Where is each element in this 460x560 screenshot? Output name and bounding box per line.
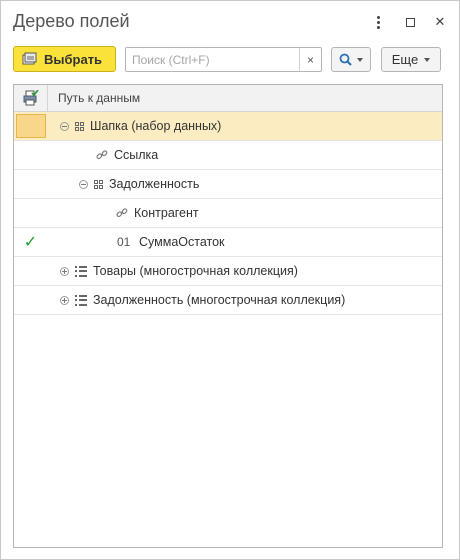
clear-search-button[interactable]: ×	[299, 48, 321, 71]
tree-row[interactable]: Товары (многострочная коллекция)	[14, 257, 442, 286]
number-type-icon: 01	[117, 235, 131, 249]
check-mark-icon: ✓	[23, 234, 38, 251]
expand-icon[interactable]	[60, 295, 69, 305]
tree-node: Товары (многострочная коллекция)	[60, 257, 298, 285]
collapse-icon[interactable]	[60, 121, 69, 131]
table-header: Путь к данным	[14, 85, 442, 112]
printer-check-icon	[23, 90, 39, 106]
selected-cell-indicator	[15, 114, 46, 138]
chevron-down-icon	[424, 57, 431, 62]
tree-node: Ссылка	[96, 141, 158, 169]
tree-node-label: Задолженность (многострочная коллекция)	[93, 293, 346, 307]
select-button[interactable]: Выбрать	[13, 46, 116, 72]
tree-node-label: Ссылка	[114, 148, 159, 162]
tree-node-label: Задолженность	[109, 177, 200, 191]
tree-row[interactable]: Ссылка	[14, 141, 442, 170]
tree-row[interactable]: ✓ 01 СуммаОстаток	[14, 228, 442, 257]
link-icon	[116, 208, 128, 218]
row-check-cell[interactable]	[14, 141, 48, 169]
expand-icon[interactable]	[60, 266, 69, 276]
tree-row[interactable]: Шапка (набор данных)	[14, 112, 442, 141]
chevron-down-icon	[357, 57, 363, 62]
tree-row[interactable]: Задолженность	[14, 170, 442, 199]
select-column-header[interactable]	[14, 85, 48, 111]
dialog-title: Дерево полей	[13, 11, 130, 31]
tree-node: Задолженность (многострочная коллекция)	[60, 286, 345, 314]
row-check-cell[interactable]: ✓	[14, 228, 48, 256]
column-header-data-path[interactable]: Путь к данным	[48, 91, 140, 105]
field-tree-table: Путь к данным Шапка (набор данных) Ссылка…	[13, 84, 443, 548]
tree-node-label: Товары (многострочная коллекция)	[93, 264, 298, 278]
tree-node-label: СуммаОстаток	[139, 235, 225, 249]
dialog-window: Дерево полей ✕ Выбрать × Еще	[0, 0, 460, 560]
tree-rows: Шапка (набор данных) Ссылка Задолженность К…	[14, 112, 442, 315]
more-vertical-icon[interactable]	[369, 13, 387, 31]
select-button-label: Выбрать	[44, 51, 103, 67]
tree-row[interactable]: Контрагент	[14, 199, 442, 228]
tree-node: 01 СуммаОстаток	[117, 228, 225, 256]
collection-icon	[75, 265, 87, 277]
select-icon	[22, 52, 37, 65]
tree-node: Задолженность	[79, 170, 199, 198]
tree-node: Шапка (набор данных)	[60, 112, 221, 140]
search-input[interactable]	[126, 48, 299, 71]
row-check-cell[interactable]	[14, 257, 48, 285]
collapse-icon[interactable]	[79, 179, 88, 189]
dataset-icon	[94, 179, 103, 189]
search-field: ×	[125, 47, 322, 72]
more-actions-label: Еще	[391, 52, 419, 67]
find-button[interactable]	[331, 47, 371, 72]
row-check-cell[interactable]	[14, 112, 48, 140]
link-icon	[96, 150, 108, 160]
tree-row[interactable]: Задолженность (многострочная коллекция)	[14, 286, 442, 315]
tree-node: Контрагент	[116, 199, 199, 227]
row-check-cell[interactable]	[14, 286, 48, 314]
row-check-cell[interactable]	[14, 170, 48, 198]
search-icon	[339, 53, 352, 66]
tree-node-label: Контрагент	[134, 206, 199, 220]
row-check-cell[interactable]	[14, 199, 48, 227]
maximize-icon[interactable]	[401, 13, 419, 31]
tree-node-label: Шапка (набор данных)	[90, 119, 222, 133]
collection-icon	[75, 294, 87, 306]
more-actions-button[interactable]: Еще	[381, 47, 441, 72]
close-icon[interactable]: ✕	[431, 13, 449, 31]
dataset-icon	[75, 121, 84, 131]
